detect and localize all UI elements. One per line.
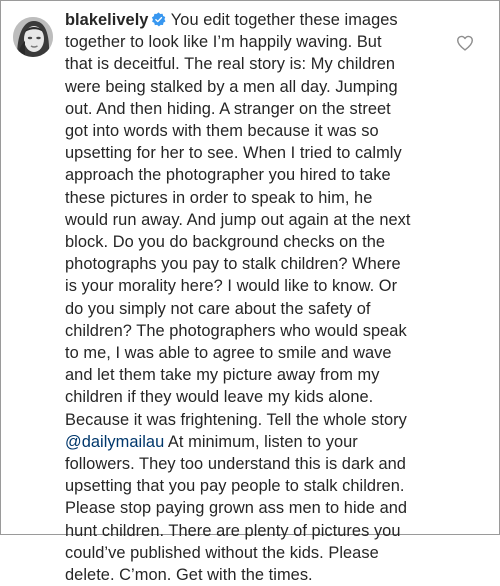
profile-photo-icon bbox=[13, 17, 53, 57]
comment-card: blakelively You edit together these imag… bbox=[0, 0, 500, 584]
heart-icon[interactable] bbox=[456, 35, 474, 51]
mention-link-dailymailau[interactable]: @dailymailau bbox=[65, 433, 164, 451]
avatar[interactable] bbox=[13, 17, 53, 57]
comment-text-part-2: At minimum, listen to your followers. Th… bbox=[65, 432, 408, 585]
comment-text-part-1: You edit together these images together … bbox=[65, 11, 411, 429]
verified-badge-icon bbox=[152, 12, 166, 27]
username-link[interactable]: blakelively bbox=[65, 11, 148, 29]
comment-body: blakelively You edit together these imag… bbox=[65, 9, 449, 586]
